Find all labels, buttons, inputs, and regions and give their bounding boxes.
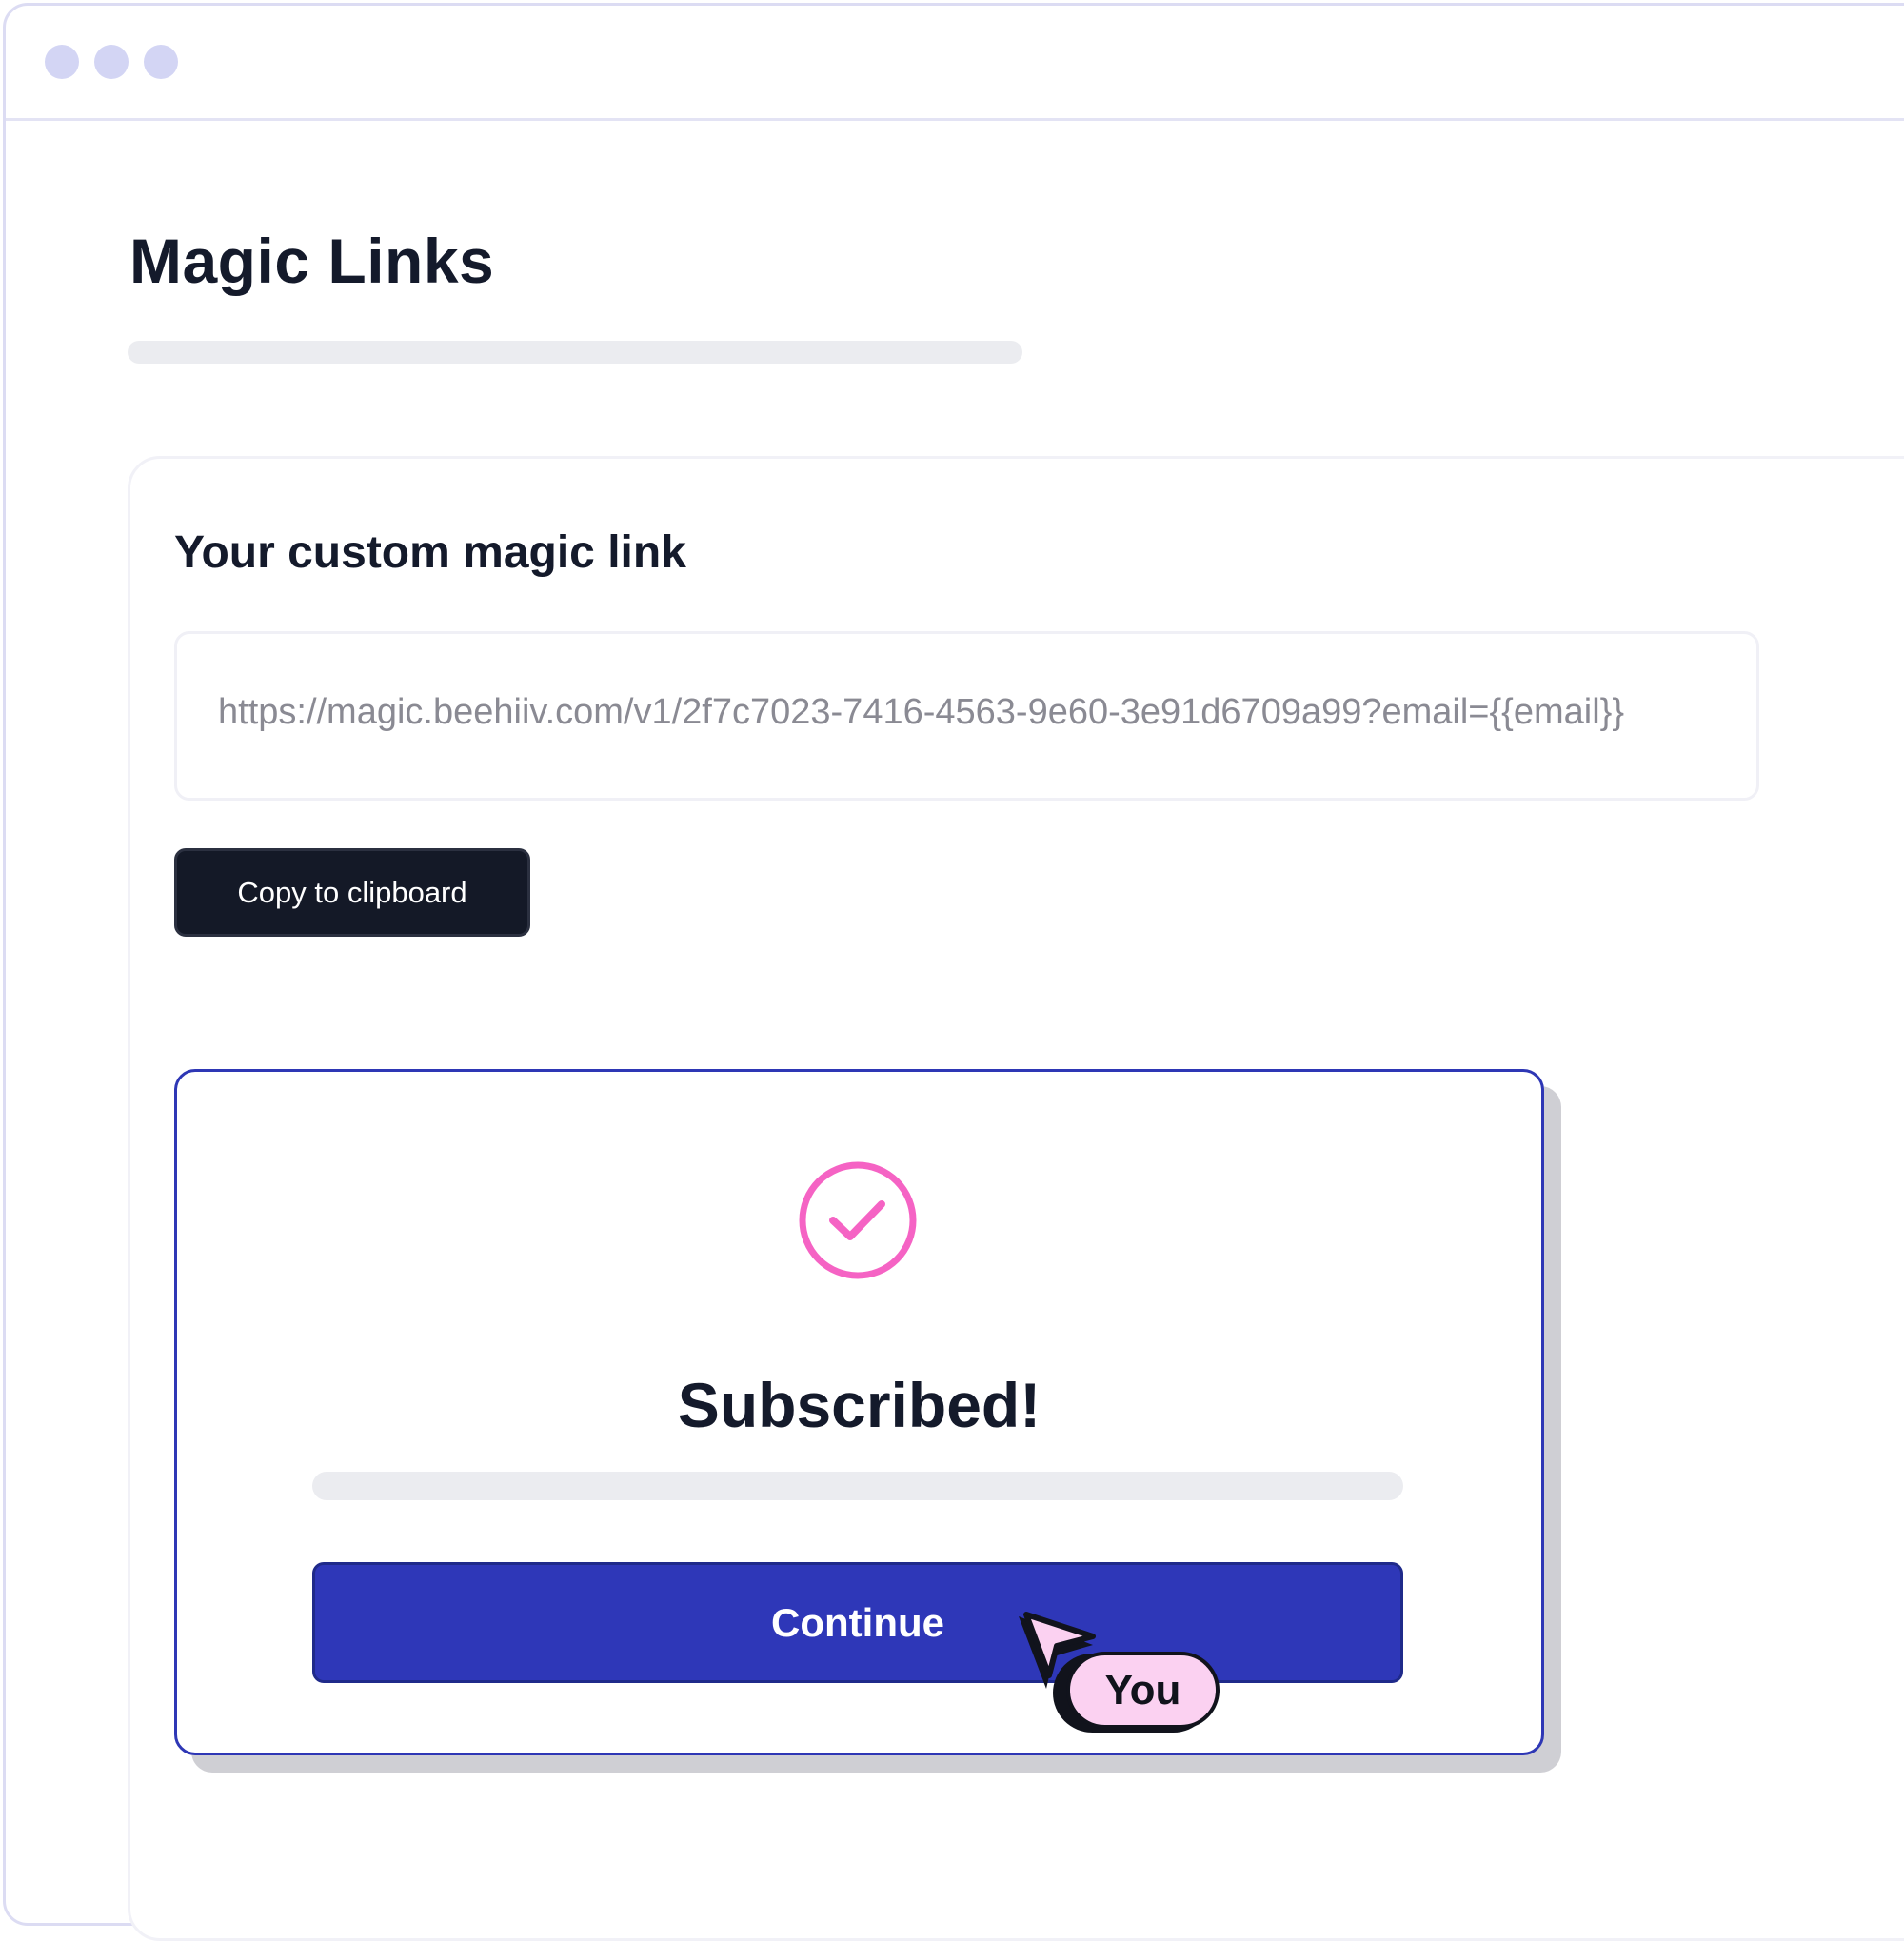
page-title: Magic Links <box>129 226 495 296</box>
card-heading: Your custom magic link <box>174 527 686 578</box>
modal-title: Subscribed! <box>677 1370 1041 1440</box>
you-cursor-label: You <box>1066 1652 1220 1729</box>
modal-placeholder-bar <box>312 1472 1403 1500</box>
continue-button[interactable]: Continue <box>312 1562 1403 1683</box>
window-control-dot[interactable] <box>144 45 178 79</box>
title-placeholder-bar <box>128 341 1022 364</box>
window-control-dot[interactable] <box>94 45 129 79</box>
check-circle-icon <box>799 1161 917 1279</box>
window-title-bar <box>6 6 1904 121</box>
copy-to-clipboard-button[interactable]: Copy to clipboard <box>174 848 530 937</box>
magic-link-value[interactable]: https://magic.beehiiv.com/v1/2f7c7023-74… <box>218 692 1624 733</box>
window-control-dot[interactable] <box>45 45 79 79</box>
